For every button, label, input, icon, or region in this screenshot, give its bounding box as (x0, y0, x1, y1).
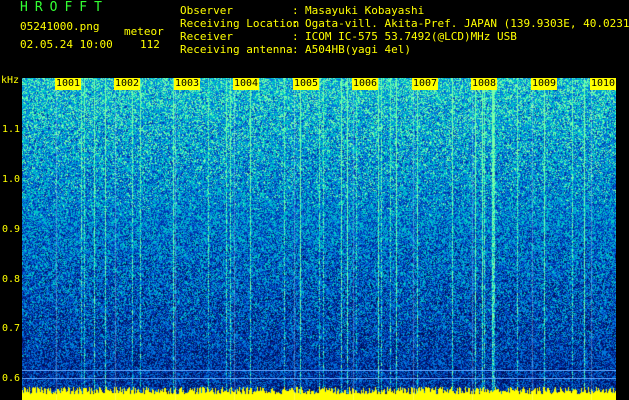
image-filename: 05241000.png (20, 20, 100, 33)
receiver-value: ICOM IC-575 53.7492(@LCD)MHz USB (305, 30, 517, 43)
y-tick-label: 0.6 (1, 373, 20, 384)
x-minute-label: 1005 (293, 78, 320, 90)
y-tick-label: 1.0 (1, 174, 20, 185)
y-tick-label: 0.8 (1, 274, 20, 285)
x-minute-label: 1001 (55, 78, 82, 90)
observer-label: Observer (180, 4, 233, 17)
y-tick-label: 0.9 (1, 224, 20, 235)
colon-separator: : (292, 4, 299, 17)
y-tick-label: 1.1 (1, 124, 20, 135)
colon-separator: : (292, 43, 299, 56)
x-minute-label: 1003 (174, 78, 201, 90)
location-label: Receiving Location (180, 17, 300, 30)
meteor-count-label: meteor (124, 25, 164, 38)
antenna-label: Receiving antenna (180, 43, 293, 56)
location-value: Ogata-vill. Akita-Pref. JAPAN (139.9303E… (305, 17, 629, 30)
x-minute-label: 1002 (114, 78, 141, 90)
app-title: HROFFT (20, 0, 109, 15)
receiver-label: Receiver (180, 30, 233, 43)
x-minute-label: 1008 (471, 78, 498, 90)
reference-line-lower (22, 378, 616, 379)
colon-separator: : (292, 17, 299, 30)
x-minute-label: 1006 (352, 78, 379, 90)
observer-value: Masayuki Kobayashi (305, 4, 425, 17)
y-tick-label: 0.7 (1, 323, 20, 334)
colon-separator: : (292, 30, 299, 43)
x-minute-label: 1009 (531, 78, 558, 90)
meteor-count-value: 112 (140, 38, 160, 51)
antenna-value: A504HB(yagi 4el) (305, 43, 411, 56)
reference-line-upper (22, 370, 616, 371)
x-minute-label: 1007 (412, 78, 439, 90)
observation-datetime: 02.05.24 10:00 (20, 38, 113, 51)
x-minute-label: 1010 (590, 78, 617, 90)
y-axis-unit: kHz (1, 75, 20, 86)
spectrogram-plot (22, 78, 616, 400)
spectrogram-canvas (22, 78, 616, 400)
x-minute-label: 1004 (233, 78, 260, 90)
